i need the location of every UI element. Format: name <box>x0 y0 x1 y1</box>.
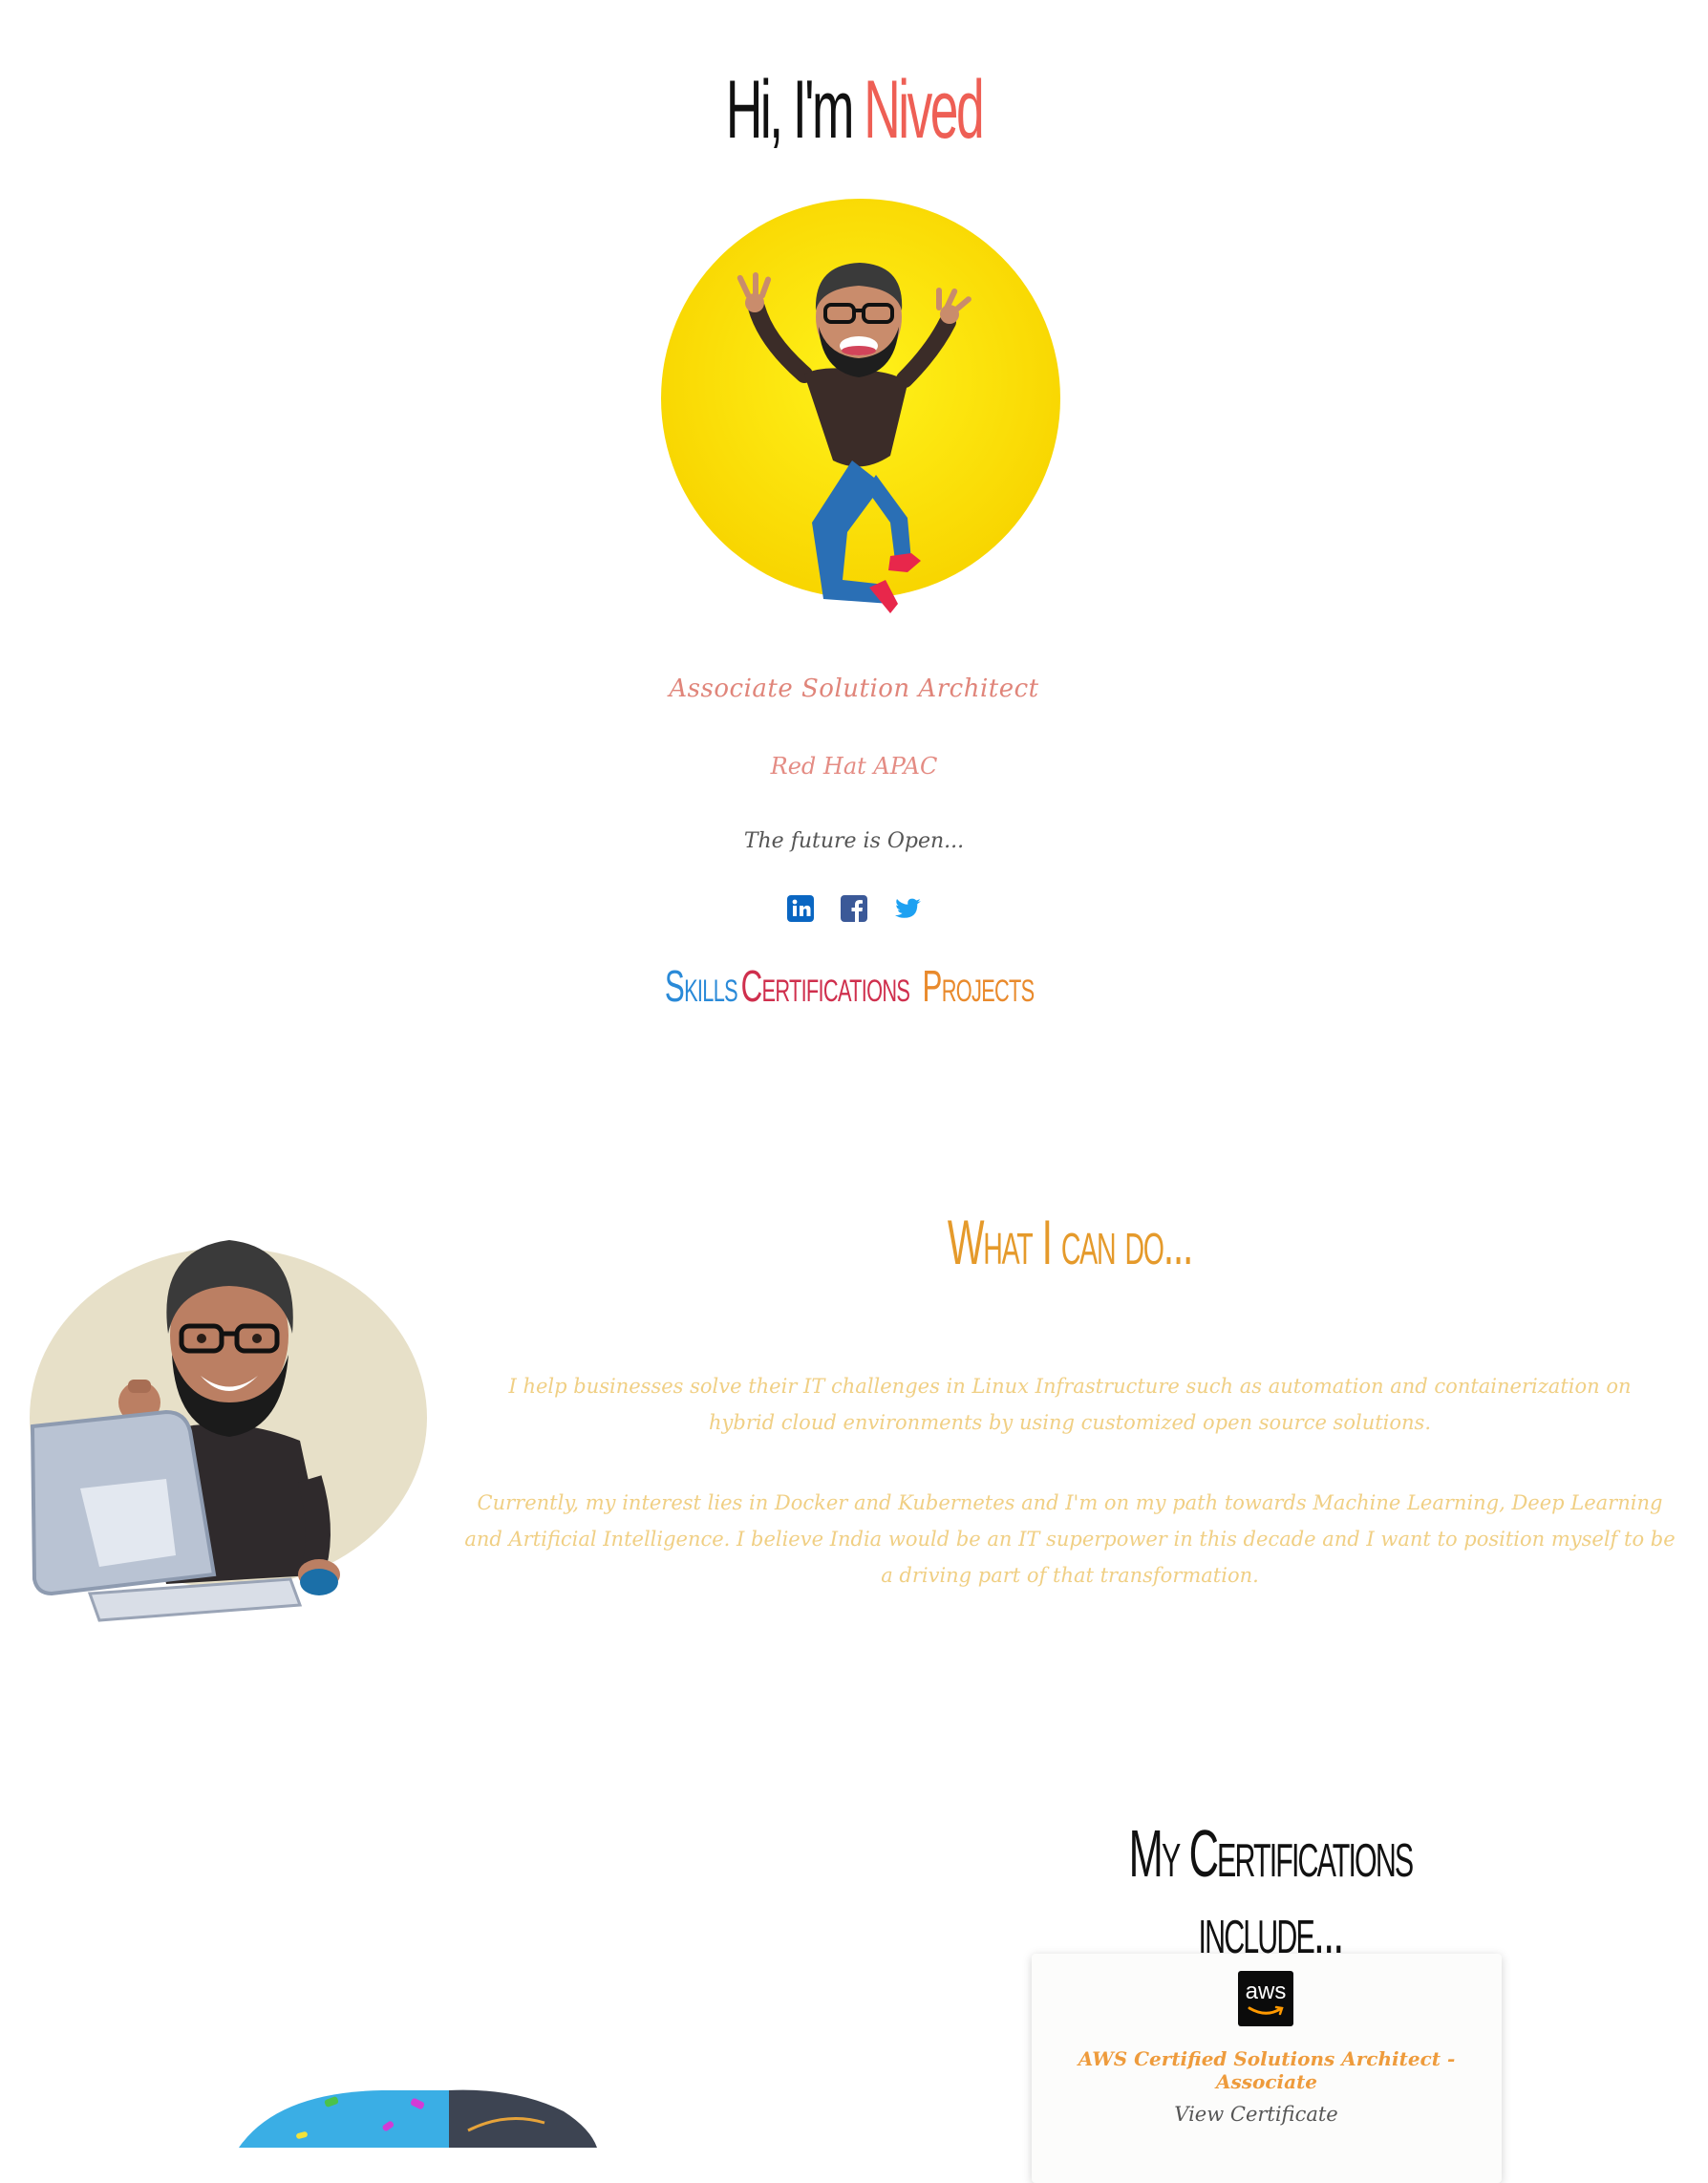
hero-title: Hi, I'm Nived <box>325 57 1384 162</box>
facebook-icon[interactable] <box>839 893 869 924</box>
view-certificate-link[interactable]: View Certificate <box>1032 2103 1481 2126</box>
person-at-computer-avatar-icon <box>30 1240 427 1622</box>
social-links <box>0 893 1708 928</box>
about-title: What I can do... <box>947 1207 1194 1277</box>
nav-projects-link[interactable]: Projects <box>922 960 1035 1012</box>
nav-certifications-link[interactable]: Certifications <box>741 960 910 1012</box>
aws-logo-icon: aws <box>1238 1971 1293 2026</box>
projects-illustration-icon <box>239 2089 597 2148</box>
about-paragraph-2: Currently, my interest lies in Docker an… <box>464 1491 1676 1587</box>
hero-role: Associate Solution Architect <box>669 674 1039 703</box>
hero-title-prefix: Hi, I'm <box>725 64 855 156</box>
hero-company: Red Hat APAC <box>770 753 938 780</box>
aws-logo-text: aws <box>1245 1979 1287 2004</box>
certification-card: aws AWS Certified Solutions Architect - … <box>1032 1954 1502 2183</box>
waving-person-avatar-icon <box>661 199 1060 613</box>
hero-tagline: The future is Open... <box>743 829 965 853</box>
nav-skills-link[interactable]: Skills <box>665 960 738 1012</box>
aws-smile-icon <box>1248 2005 1284 2016</box>
twitter-icon[interactable] <box>892 893 923 924</box>
certifications-title: My Certifications include... <box>1128 1816 1414 1967</box>
linkedin-icon[interactable] <box>785 893 816 924</box>
hero-title-name: Nived <box>864 64 984 156</box>
hero-nav: Skills Certifications Projects <box>0 955 1708 1017</box>
certification-name: AWS Certified Solutions Architect - Asso… <box>1078 2047 1456 2093</box>
about-paragraph-1: I help businesses solve their IT challen… <box>508 1375 1632 1434</box>
